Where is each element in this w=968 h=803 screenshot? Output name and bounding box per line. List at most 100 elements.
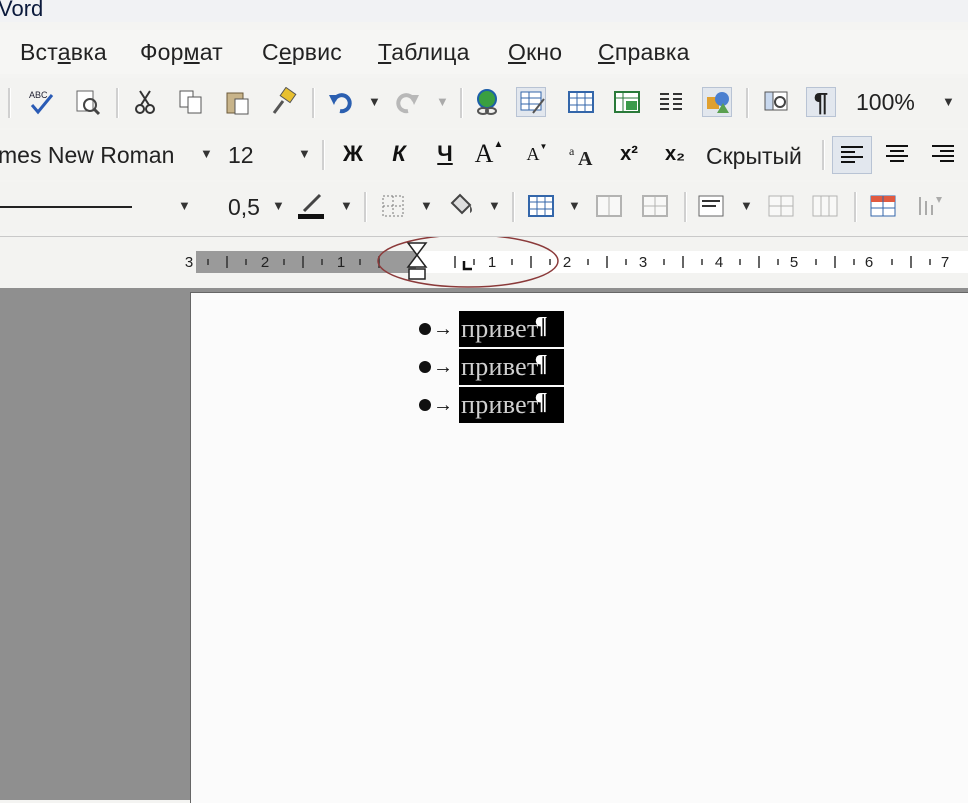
- font-size-dropdown-arrow-icon[interactable]: ▼: [298, 146, 311, 161]
- selected-text[interactable]: привет¶: [459, 387, 564, 423]
- superscript-label: x²: [620, 142, 638, 165]
- tab-arrow-icon: →: [433, 355, 453, 378]
- shrink-caret-icon: ▼: [539, 141, 548, 151]
- borders-dropdown-arrow-icon[interactable]: ▼: [420, 198, 433, 213]
- ruler-label: 2: [563, 254, 571, 271]
- grow-font-button[interactable]: A ▲: [474, 139, 504, 169]
- italic-button[interactable]: К: [384, 139, 414, 169]
- grow-font-label: A: [474, 139, 494, 168]
- undo-dropdown-arrow-icon[interactable]: ▼: [368, 94, 381, 109]
- borders-icon[interactable]: [378, 191, 408, 221]
- character-scale-icon[interactable]: aA: [568, 139, 598, 169]
- copy-icon[interactable]: [176, 87, 206, 117]
- table-autoformat-icon[interactable]: [868, 191, 898, 221]
- hidden-text-label: Скрытый: [706, 143, 802, 169]
- toolbar-separator: [854, 192, 857, 222]
- tab-arrow-icon: →: [433, 317, 453, 340]
- font-name-dropdown-arrow-icon[interactable]: ▼: [200, 146, 213, 161]
- columns-icon[interactable]: [656, 87, 686, 117]
- underline-button[interactable]: Ч: [430, 139, 460, 169]
- menu-insert[interactable]: Вставка: [20, 39, 107, 66]
- drawing-icon[interactable]: [702, 87, 732, 117]
- toolbar-separator: [8, 88, 11, 118]
- toolbar-separator: [512, 192, 515, 222]
- menu-window[interactable]: Окно: [508, 39, 562, 66]
- line-weight-dropdown-arrow-icon[interactable]: ▼: [272, 198, 285, 213]
- menu-tools[interactable]: Сервис: [262, 39, 342, 66]
- menu-format[interactable]: Формат: [140, 39, 223, 66]
- list-item[interactable]: → привет¶: [419, 349, 564, 385]
- cut-icon[interactable]: [130, 87, 160, 117]
- merge-cells-icon[interactable]: [594, 191, 624, 221]
- align-right-button[interactable]: [928, 139, 958, 169]
- line-weight-select[interactable]: 0,5: [228, 194, 260, 221]
- line-style-dropdown-arrow-icon[interactable]: ▼: [178, 198, 191, 213]
- insert-table-dropdown-arrow-icon[interactable]: ▼: [568, 198, 581, 213]
- list-item[interactable]: → привет¶: [419, 387, 564, 423]
- toolbar-separator: [746, 88, 749, 118]
- hidden-text-button[interactable]: Скрытый: [706, 143, 802, 170]
- format-painter-icon[interactable]: [268, 87, 298, 117]
- shrink-font-label: A: [526, 143, 540, 164]
- insert-excel-icon[interactable]: [612, 87, 642, 117]
- pilcrow-label: ¶: [813, 86, 829, 117]
- bold-button[interactable]: Ж: [338, 139, 368, 169]
- zoom-dropdown-arrow-icon[interactable]: ▼: [942, 94, 955, 109]
- insert-table-icon[interactable]: [566, 87, 596, 117]
- bullet-icon: [419, 399, 431, 411]
- ruler-label: 4: [715, 254, 723, 271]
- align-center-button[interactable]: [882, 139, 912, 169]
- border-color-icon[interactable]: [296, 191, 326, 221]
- zoom-select[interactable]: 100%: [856, 89, 915, 116]
- show-formatting-icon[interactable]: ¶: [806, 87, 836, 117]
- align-cell-dropdown-arrow-icon[interactable]: ▼: [740, 198, 753, 213]
- document-page[interactable]: → привет¶ → привет¶ → привет¶: [190, 292, 968, 803]
- svg-text:A: A: [578, 148, 593, 169]
- insert-table-small-icon[interactable]: [526, 191, 556, 221]
- svg-text:a: a: [569, 144, 575, 158]
- shrink-font-button[interactable]: A ▼: [522, 139, 552, 169]
- split-cells-icon[interactable]: [640, 191, 670, 221]
- ruler-label: 2: [261, 254, 269, 271]
- align-left-button[interactable]: [832, 136, 872, 174]
- paste-icon[interactable]: [222, 87, 252, 117]
- font-name-select[interactable]: mes New Roman: [0, 142, 174, 169]
- sort-icon[interactable]: [914, 191, 944, 221]
- menu-table[interactable]: Таблица: [378, 39, 470, 66]
- menu-help[interactable]: Справка: [598, 39, 690, 66]
- document-map-icon[interactable]: [762, 87, 792, 117]
- line-style-preview[interactable]: [0, 206, 132, 208]
- shading-dropdown-arrow-icon[interactable]: ▼: [488, 198, 501, 213]
- toolbar-separator: [364, 192, 367, 222]
- align-cell-icon[interactable]: [696, 191, 726, 221]
- toolbar-separator: [322, 140, 325, 170]
- hyperlink-icon[interactable]: [472, 87, 502, 117]
- font-size-select[interactable]: 12: [228, 142, 254, 169]
- subscript-button[interactable]: x₂: [660, 139, 690, 169]
- ruler-text-area: [416, 251, 968, 273]
- horizontal-ruler[interactable]: 3 2 1 1 2 3 4 5 6 7: [0, 236, 968, 289]
- ruler-label: 5: [790, 254, 798, 271]
- bullet-icon: [419, 323, 431, 335]
- underline-label: Ч: [437, 141, 453, 166]
- border-color-dropdown-arrow-icon[interactable]: ▼: [340, 198, 353, 213]
- paragraph-mark-icon: ¶: [534, 313, 548, 339]
- distribute-columns-icon[interactable]: [810, 191, 840, 221]
- redo-dropdown-arrow-icon[interactable]: ▼: [436, 94, 449, 109]
- research-icon[interactable]: [72, 87, 102, 117]
- selected-text[interactable]: привет¶: [459, 349, 564, 385]
- superscript-button[interactable]: x²: [614, 139, 644, 169]
- shading-icon[interactable]: [446, 191, 476, 221]
- italic-label: К: [392, 141, 406, 166]
- spelling-icon[interactable]: ABC: [26, 87, 56, 117]
- subscript-label: x₂: [664, 142, 685, 165]
- distribute-rows-icon[interactable]: [766, 191, 796, 221]
- list-item[interactable]: → привет¶: [419, 311, 564, 347]
- undo-icon[interactable]: [326, 87, 356, 117]
- bold-label: Ж: [343, 141, 363, 166]
- tables-borders-icon[interactable]: [516, 87, 546, 117]
- selected-text[interactable]: привет¶: [459, 311, 564, 347]
- ruler-label: 6: [865, 254, 873, 271]
- redo-icon[interactable]: [392, 87, 422, 117]
- ruler-label: 7: [941, 254, 949, 271]
